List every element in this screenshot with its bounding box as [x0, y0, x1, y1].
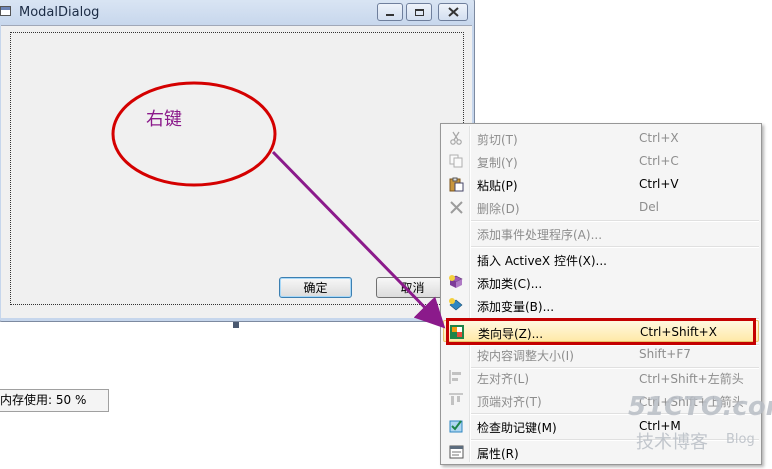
menu-item-shortcut: Ctrl+X	[639, 131, 679, 145]
menu-item-copy[interactable]: 复制(Y) Ctrl+C	[443, 150, 759, 172]
menu-item-cut[interactable]: 剪切(T) Ctrl+X	[443, 127, 759, 149]
highlight-box	[446, 318, 756, 345]
align-top-icon	[448, 392, 464, 408]
maximize-button[interactable]	[406, 3, 432, 21]
menu-item-delete[interactable]: 删除(D) Del	[443, 196, 759, 218]
delete-icon	[448, 199, 464, 215]
menu-item-label: 顶端对齐(T)	[477, 395, 542, 409]
menu-item-label: 按内容调整大小(I)	[477, 349, 574, 363]
menu-item-add-variable[interactable]: 添加变量(B)...	[443, 294, 759, 316]
menu-item-label: 复制(Y)	[477, 156, 518, 170]
menu-item-shortcut: Ctrl+V	[639, 177, 679, 191]
menu-item-add-class[interactable]: 添加类(C)...	[443, 271, 759, 293]
annotation-label: 右键	[146, 109, 182, 130]
modal-dialog-window[interactable]: ModalDialog 确定 取消	[0, 0, 475, 322]
resize-handle[interactable]	[233, 322, 239, 328]
menu-item-insert-activex[interactable]: 插入 ActiveX 控件(X)...	[443, 248, 759, 270]
menu-item-shortcut: Shift+F7	[639, 347, 691, 361]
menu-item-label: 添加事件处理程序(A)...	[477, 228, 603, 242]
menu-item-shortcut: Ctrl+C	[639, 154, 679, 168]
properties-icon	[448, 444, 464, 460]
menu-item-label: 删除(D)	[477, 202, 520, 216]
copy-icon	[448, 153, 464, 169]
menu-item-shortcut: Ctrl+Shift+左箭头	[639, 372, 744, 386]
cancel-button[interactable]: 取消	[376, 277, 449, 298]
window-icon	[0, 6, 11, 16]
menu-item-label: 插入 ActiveX 控件(X)...	[477, 254, 607, 268]
menu-item-paste[interactable]: 粘贴(P) Ctrl+V	[443, 173, 759, 195]
menu-item-label: 检查助记键(M)	[477, 421, 557, 435]
scissors-icon	[448, 130, 464, 146]
close-icon	[447, 7, 459, 17]
dialog-design-surface[interactable]: 确定 取消	[10, 32, 464, 305]
window-title: ModalDialog	[19, 5, 100, 20]
menu-item-label: 剪切(T)	[477, 133, 518, 147]
menu-item-label: 粘贴(P)	[477, 179, 518, 193]
minimize-button[interactable]	[377, 3, 403, 21]
add-variable-icon	[448, 297, 464, 313]
maximize-icon	[414, 8, 424, 16]
menu-item-add-event-handler[interactable]: 添加事件处理程序(A)...	[443, 222, 759, 244]
menu-item-label: 添加类(C)...	[477, 277, 543, 291]
menu-item-shortcut: Del	[639, 200, 659, 214]
menu-item-label: 左对齐(L)	[477, 372, 530, 386]
menu-item-properties[interactable]: 属性(R)	[443, 441, 759, 463]
watermark-subtitle: 技术博客	[636, 432, 708, 453]
dialog-client-area: 确定 取消	[1, 25, 472, 318]
minimize-icon	[386, 14, 394, 16]
memory-usage-status: 内存使用: 50 %	[0, 389, 109, 412]
menu-item-align-left[interactable]: 左对齐(L) Ctrl+Shift+左箭头	[443, 366, 759, 388]
check-mnemonics-icon	[448, 418, 464, 434]
ok-button[interactable]: 确定	[279, 277, 352, 298]
align-left-icon	[448, 369, 464, 385]
add-class-icon	[448, 274, 464, 290]
menu-item-size-to-content[interactable]: 按内容调整大小(I) Shift+F7	[443, 343, 759, 365]
paste-icon	[448, 176, 464, 192]
menu-item-label: 属性(R)	[477, 447, 519, 461]
title-bar[interactable]: ModalDialog	[0, 0, 474, 25]
menu-item-label: 添加变量(B)...	[477, 300, 555, 314]
watermark-blog: Blog	[726, 432, 755, 447]
close-button[interactable]	[438, 3, 468, 21]
watermark-logo: 51CTO.com	[628, 392, 772, 422]
